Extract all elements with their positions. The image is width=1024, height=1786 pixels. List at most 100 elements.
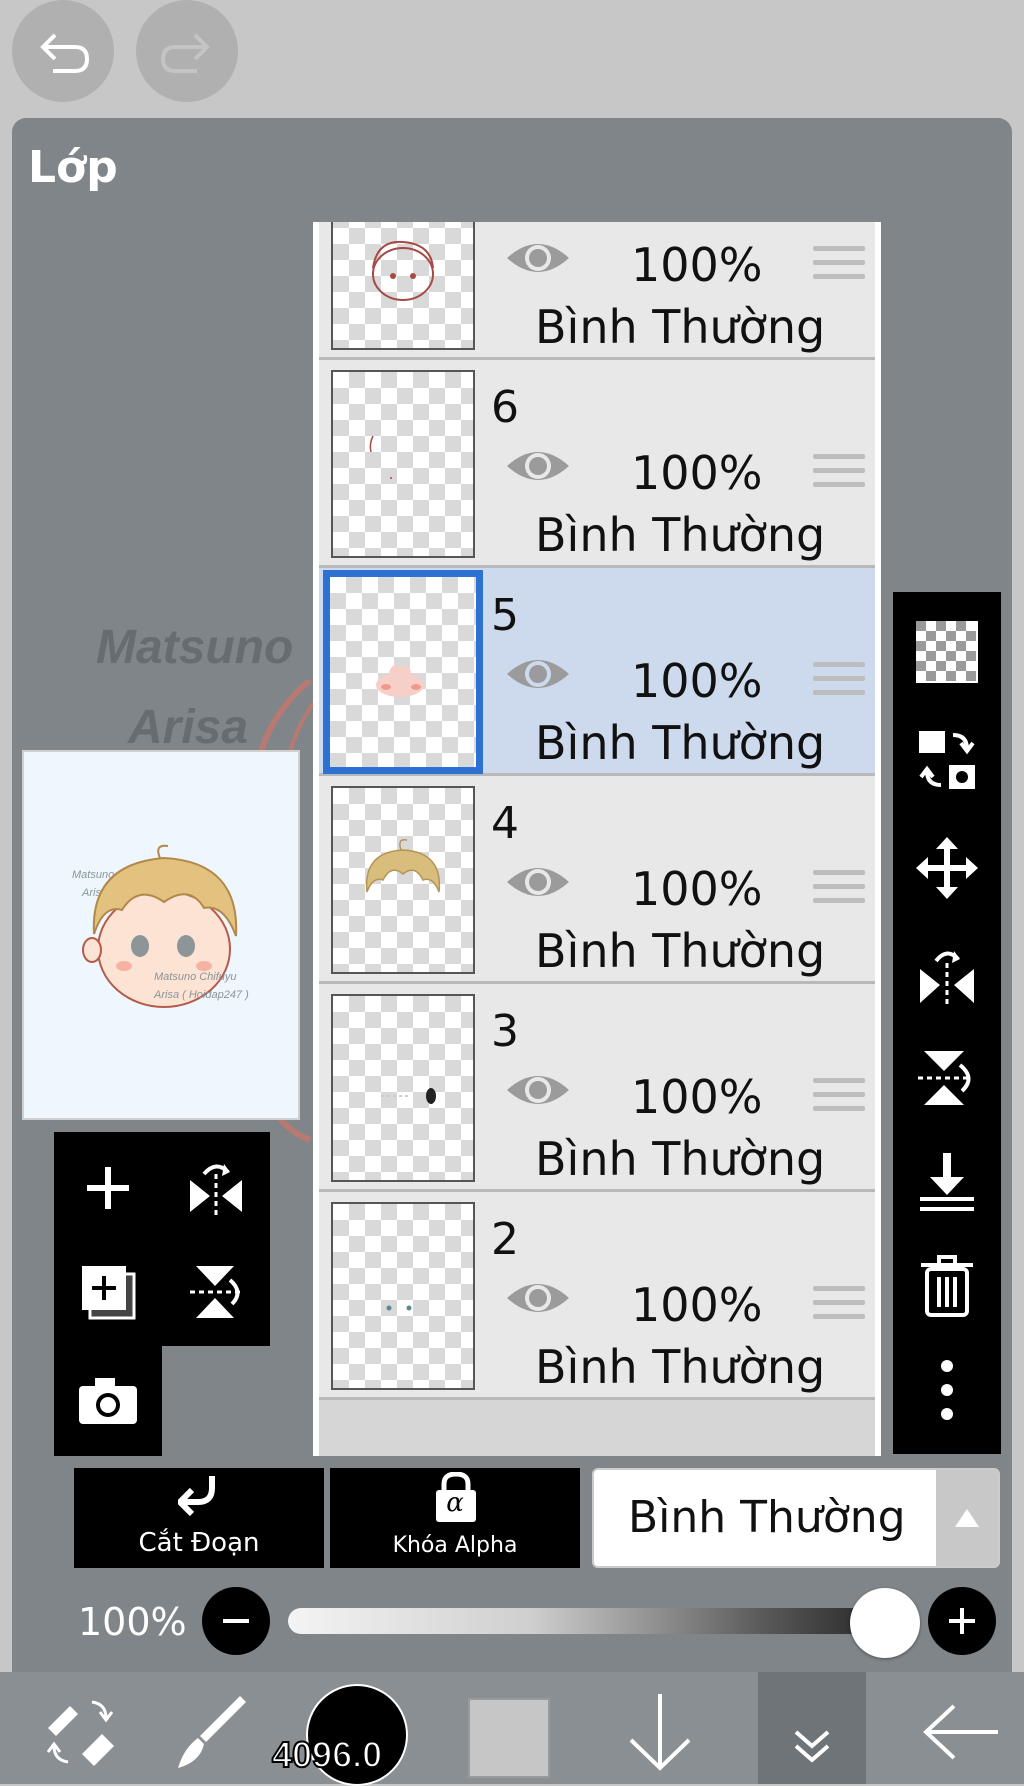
drag-handle-icon[interactable] — [813, 662, 865, 704]
replace-color-button[interactable] — [893, 710, 1001, 810]
flip-layer-vertical-button[interactable] — [893, 1028, 1001, 1128]
layer-down-button[interactable] — [610, 1684, 710, 1780]
eye-icon — [507, 452, 569, 480]
opacity-slider-knob[interactable] — [850, 1588, 920, 1658]
layer-content — [372, 240, 434, 301]
layer-blend-mode: Bình Thường — [535, 716, 826, 770]
delete-layer-button[interactable] — [893, 1236, 1001, 1336]
panel-title: Lớp — [28, 142, 118, 193]
brush-icon — [178, 1696, 246, 1768]
color-swatch-button[interactable] — [468, 1698, 550, 1778]
layer-content — [381, 1088, 436, 1104]
undo-button[interactable] — [12, 0, 114, 102]
drag-handle-icon[interactable] — [813, 870, 865, 912]
plus-icon — [87, 1167, 129, 1209]
eye-icon — [507, 868, 569, 896]
layer-thumbnail — [331, 994, 475, 1182]
flip-layer-horizontal-button[interactable] — [893, 926, 1001, 1026]
layer-opacity: 100% — [631, 1070, 763, 1124]
redo-button[interactable] — [136, 0, 238, 102]
flip-horizontal-button[interactable] — [162, 1136, 270, 1240]
tool-switch-button[interactable] — [20, 1684, 140, 1780]
clipping-label: Cắt Đoạn — [138, 1528, 260, 1558]
layer-blend-mode: Bình Thường — [535, 924, 826, 978]
visibility-toggle[interactable] — [505, 444, 571, 492]
alpha-lock-label: Khóa Alpha — [392, 1533, 518, 1558]
alpha-lock-button[interactable]: α Khóa Alpha — [330, 1468, 580, 1568]
drag-handle-icon[interactable] — [813, 246, 865, 288]
layer-thumbnail — [331, 222, 475, 350]
layer-opacity: 100% — [631, 238, 763, 292]
camera-button[interactable] — [54, 1346, 162, 1456]
canvas-watermark-line1: Matsuno — [96, 621, 294, 674]
layer-thumbnail — [331, 1202, 475, 1390]
visibility-toggle[interactable] — [505, 652, 571, 700]
layer-content — [369, 435, 392, 479]
layer-row[interactable] — [319, 1400, 875, 1456]
layer-blend-mode: Bình Thường — [535, 1340, 826, 1394]
back-button[interactable] — [900, 1684, 1020, 1780]
more-options-button[interactable] — [893, 1340, 1001, 1440]
blend-mode-value: Bình Thường — [628, 1492, 906, 1543]
brush-tool-button[interactable] — [160, 1684, 260, 1780]
eye-icon — [507, 660, 569, 688]
arrow-left-icon — [923, 1704, 998, 1760]
collapse-panel-button[interactable] — [758, 1672, 866, 1784]
drag-handle-icon[interactable] — [813, 1286, 865, 1328]
layer-content — [365, 838, 441, 893]
visibility-toggle[interactable] — [505, 1068, 571, 1116]
layer-row[interactable]: 6 100% Bình Thường — [319, 360, 875, 568]
layer-opacity: 100% — [631, 446, 763, 500]
drag-handle-icon[interactable] — [813, 454, 865, 496]
opacity-increase-button[interactable] — [928, 1587, 996, 1655]
layer-row[interactable]: 100% Bình Thường — [319, 222, 875, 360]
flip-vertical-button[interactable] — [162, 1240, 270, 1344]
add-layer-button[interactable] — [54, 1136, 162, 1240]
swap-shapes-icon — [919, 731, 975, 789]
layer-number: 4 — [491, 798, 519, 849]
layer-row-selected[interactable]: 5 100% Bình Thường — [319, 568, 875, 776]
opacity-decrease-button[interactable] — [202, 1587, 270, 1655]
camera-icon — [79, 1378, 137, 1424]
blend-mode-dropdown[interactable] — [936, 1470, 998, 1566]
visibility-toggle[interactable] — [505, 236, 571, 284]
flip-horizontal-icon — [190, 1164, 242, 1216]
opacity-slider[interactable] — [288, 1608, 894, 1634]
layer-list[interactable]: 100% Bình Thường 6 100% Bình Thường 5 10… — [313, 222, 881, 1456]
layer-blend-mode: Bình Thường — [535, 1132, 826, 1186]
layer-opacity: 100% — [631, 862, 763, 916]
canvas-preview[interactable]: Matsuno Chifuyu Arisa ( Hoidap247 ) Mats… — [22, 750, 300, 1120]
clipping-button[interactable]: Cắt Đoạn — [74, 1468, 324, 1568]
flip-vertical-icon — [918, 1051, 971, 1105]
blend-mode-select[interactable]: Bình Thường — [592, 1468, 1000, 1568]
visibility-toggle[interactable] — [505, 860, 571, 908]
undo-icon — [40, 33, 90, 73]
eye-icon — [507, 1284, 569, 1312]
layer-row[interactable]: 2 100% Bình Thường — [319, 1192, 875, 1400]
layer-row[interactable]: 4 100% Bình Thường — [319, 776, 875, 984]
plus-icon — [949, 1608, 975, 1634]
layer-content — [386, 1305, 412, 1311]
preview-watermark-3: Matsuno Chifuyu — [154, 971, 237, 983]
layer-tools — [893, 592, 1001, 1454]
brush-size-value: 4096.0 — [271, 1733, 383, 1776]
flip-vertical-icon — [190, 1266, 240, 1318]
merge-down-button[interactable] — [893, 1132, 1001, 1232]
flip-horizontal-icon — [920, 951, 974, 1007]
clipping-icon — [178, 1476, 215, 1517]
duplicate-layer-icon — [82, 1266, 136, 1320]
move-button[interactable] — [893, 818, 1001, 918]
eye-icon — [507, 244, 569, 272]
merge-down-icon — [920, 1153, 974, 1211]
layer-thumbnail — [331, 786, 475, 974]
layer-blend-mode: Bình Thường — [535, 300, 826, 354]
layer-row[interactable]: 3 100% Bình Thường — [319, 984, 875, 1192]
layer-blend-mode: Bình Thường — [535, 508, 826, 562]
visibility-toggle[interactable] — [505, 1276, 571, 1324]
more-vertical-icon — [941, 1360, 953, 1420]
opacity-value: 100% — [78, 1600, 187, 1644]
triangle-up-icon — [955, 1509, 979, 1527]
transparency-button[interactable] — [893, 602, 1001, 702]
duplicate-layer-button[interactable] — [54, 1240, 162, 1344]
drag-handle-icon[interactable] — [813, 1078, 865, 1120]
